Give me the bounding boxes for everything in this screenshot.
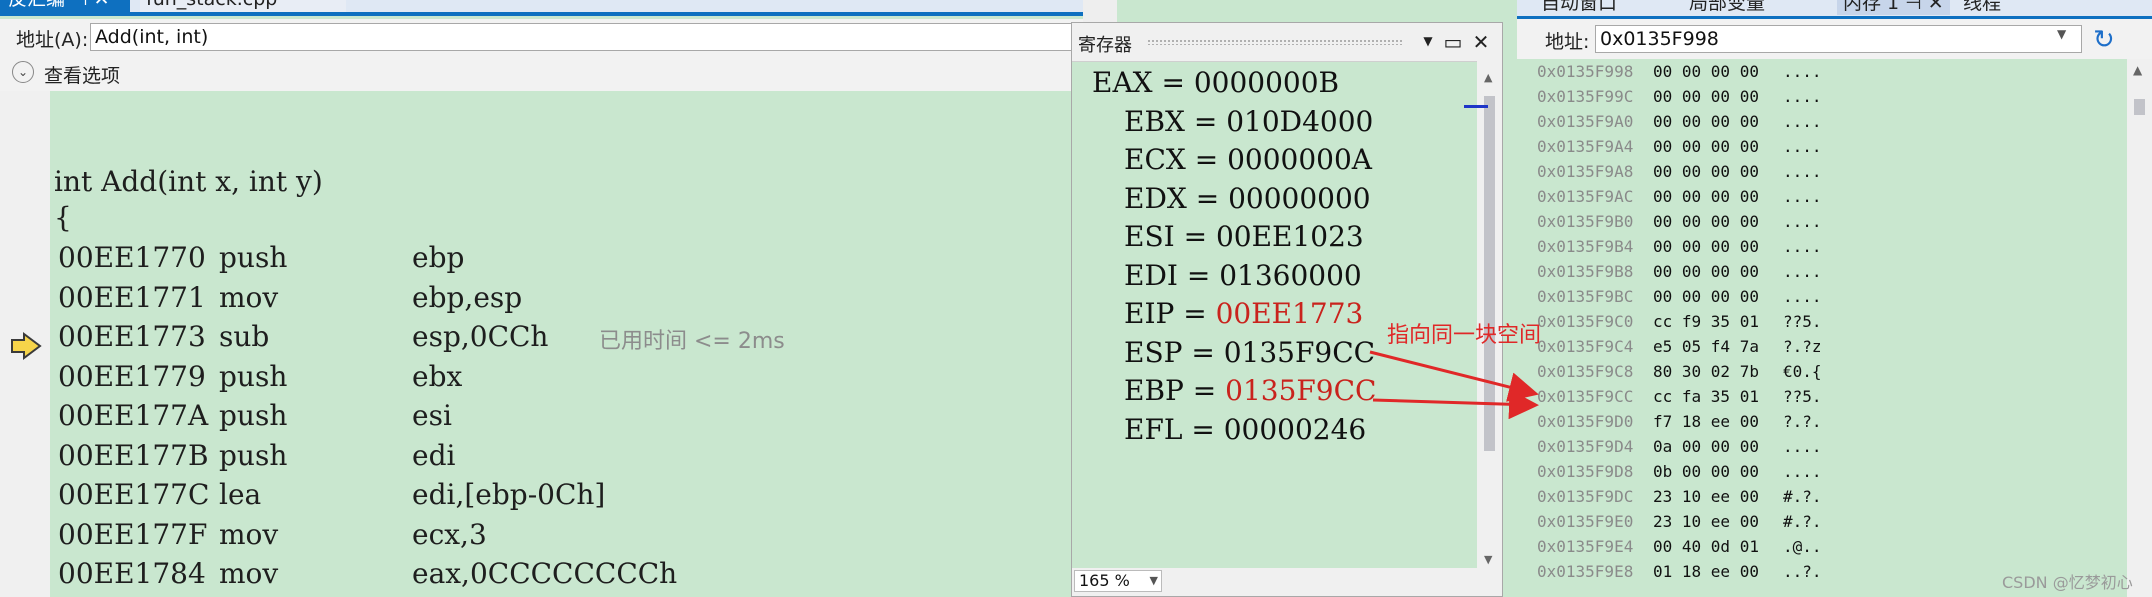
arrow-ebp <box>1372 389 1539 420</box>
annotation-arrows <box>1369 350 1539 420</box>
watermark: CSDN @忆梦初心 <box>2002 573 2133 592</box>
arrow-esp <box>1369 350 1539 402</box>
